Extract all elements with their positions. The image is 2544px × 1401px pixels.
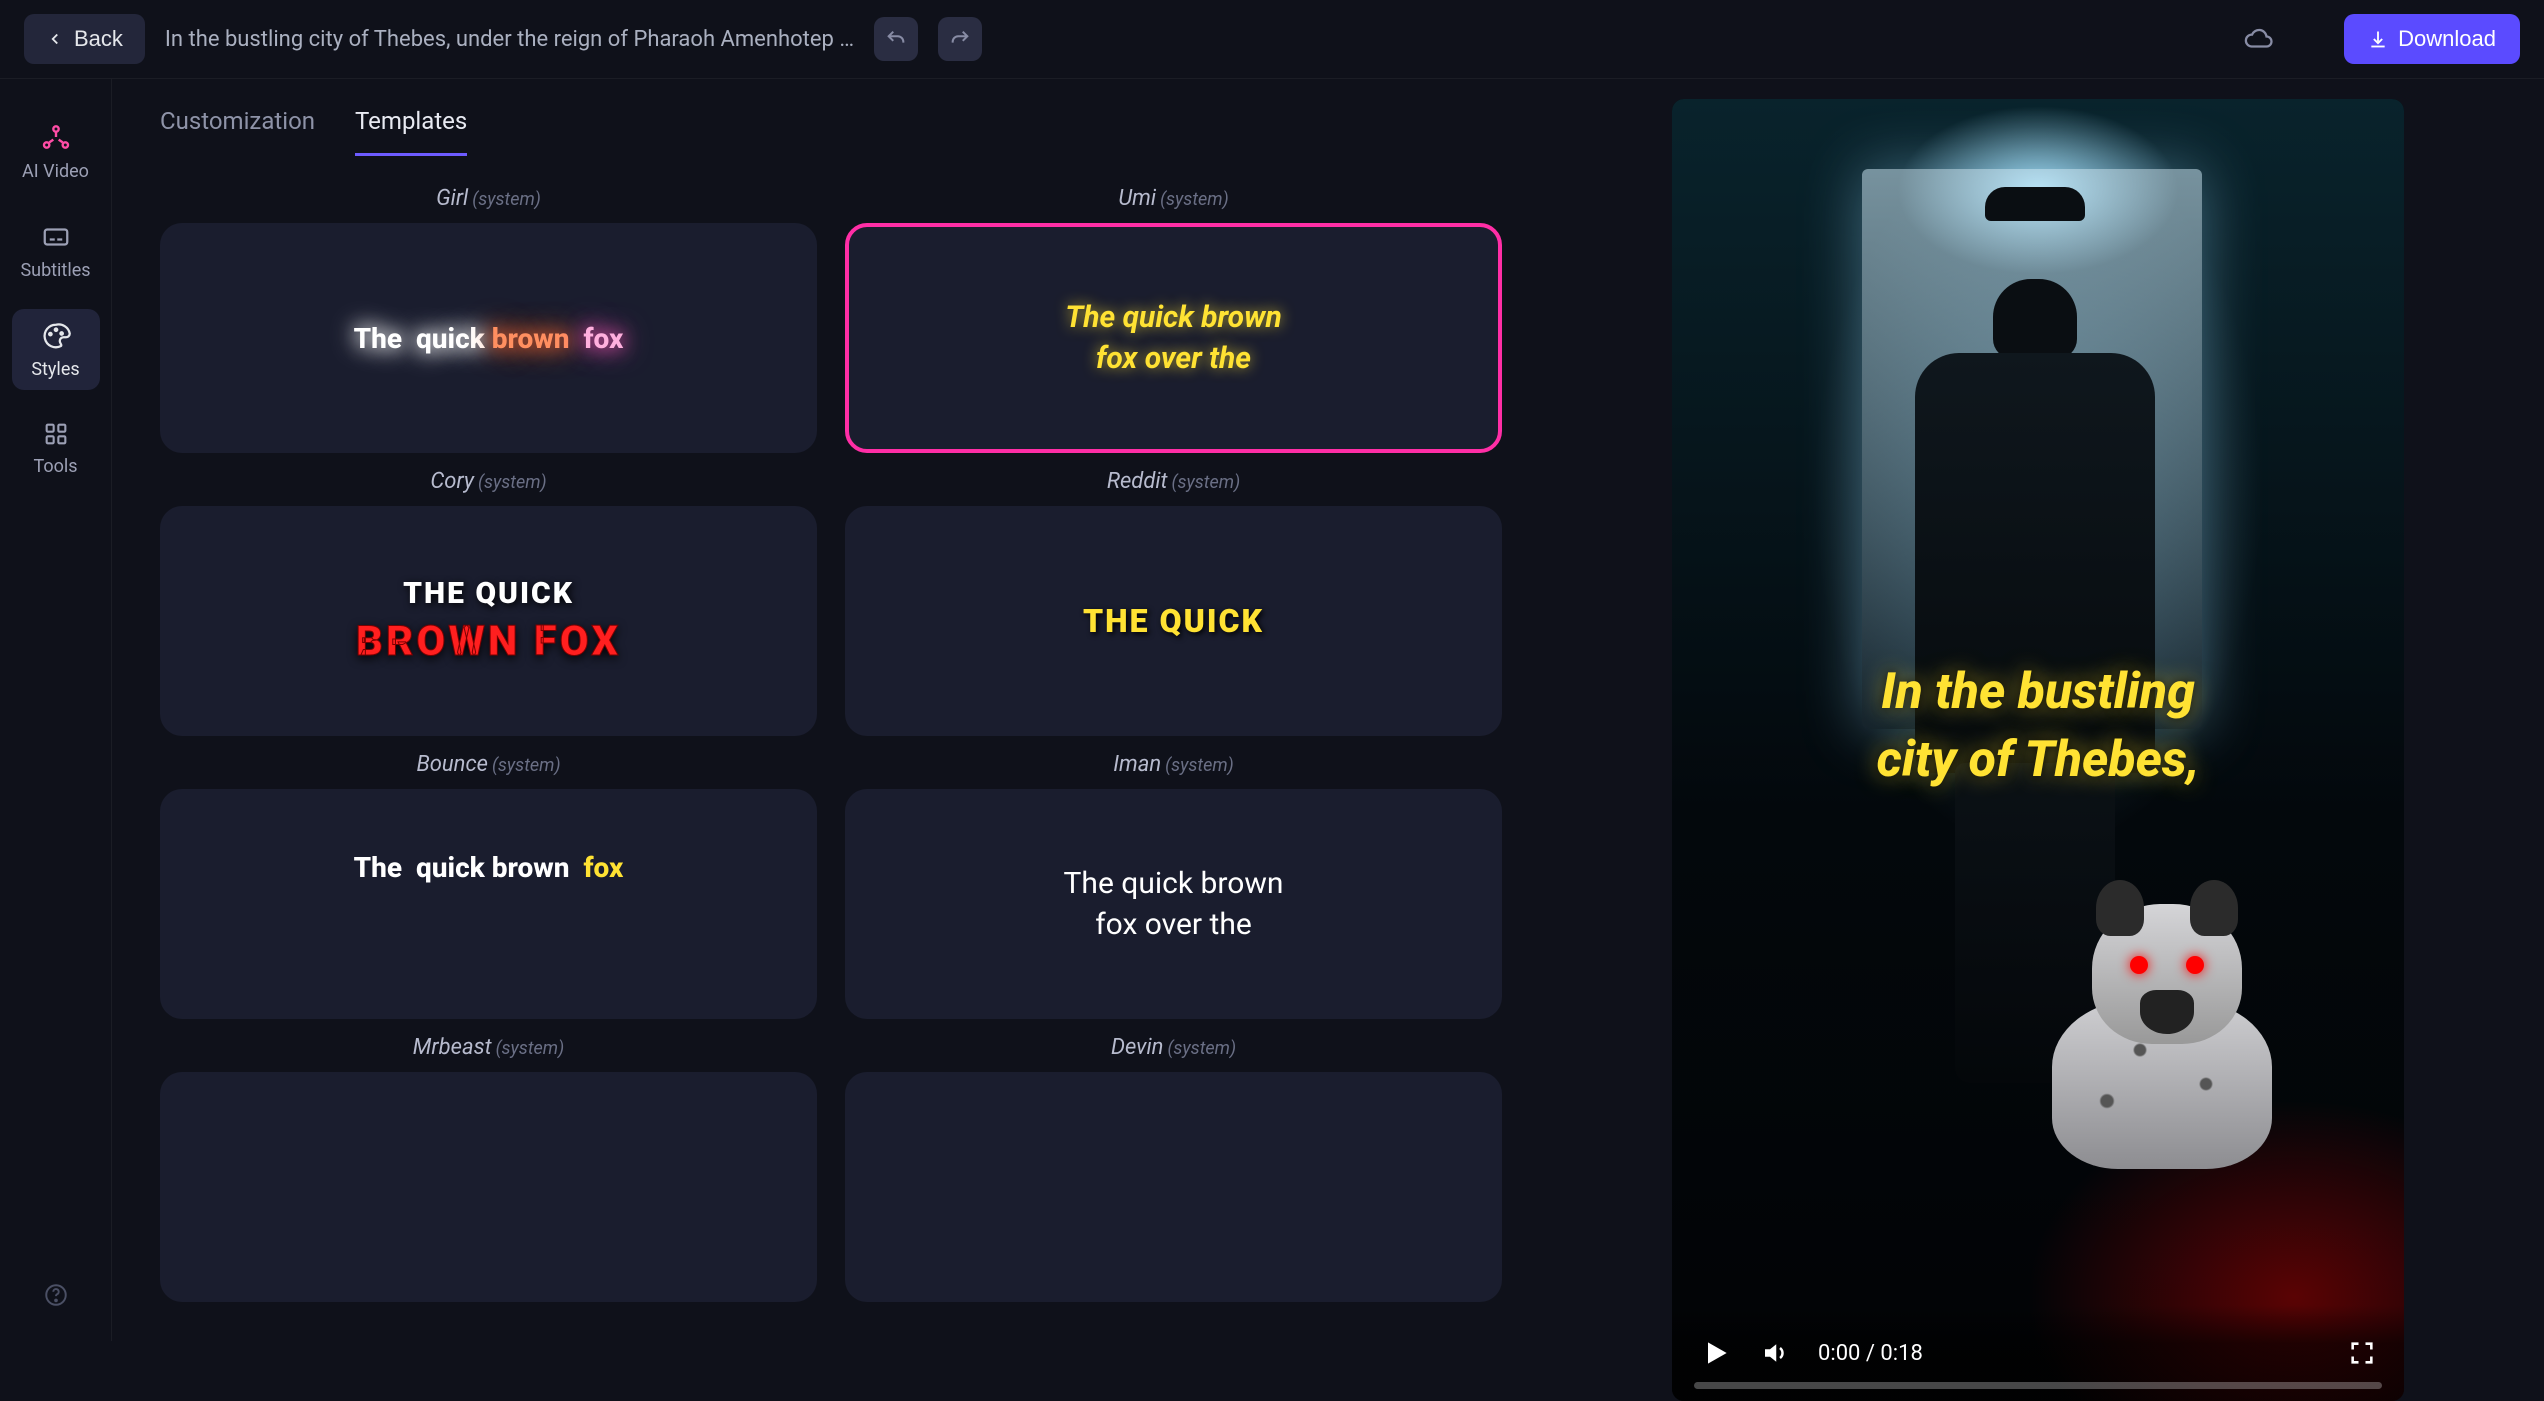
sidebar-item-styles[interactable]: Styles [12,309,100,390]
system-tag: (system) [1160,189,1229,210]
progress-bar[interactable] [1694,1382,2382,1389]
template-mrbeast: Mrbeast(system) [160,1035,817,1302]
system-tag: (system) [1172,472,1241,493]
back-button[interactable]: Back [24,14,145,64]
sidebar-item-label: Subtitles [20,260,90,281]
template-name: Umi [1118,186,1156,211]
play-button[interactable] [1700,1337,1732,1369]
video-preview[interactable]: In the bustling city of Thebes, 0:00 / 0… [1672,99,2404,1401]
system-tag: (system) [1165,755,1234,776]
subtitle-overlay: In the bustling city of Thebes, [1672,659,2404,794]
template-card-umi[interactable]: The quick brown fox over the [845,223,1502,453]
fullscreen-button[interactable] [2348,1339,2376,1367]
template-card-bounce[interactable]: The quick brown fox [160,789,817,1019]
system-tag: (system) [492,755,561,776]
template-card-devin[interactable] [845,1072,1502,1302]
project-title: In the bustling city of Thebes, under th… [165,27,854,52]
template-iman: Iman(system) The quick brown fox over th… [845,752,1502,1019]
templates-scroll[interactable]: Girl(system) The quick brown fox Umi(sys… [112,156,1532,1341]
template-umi: Umi(system) The quick brown fox over the [845,186,1502,453]
template-card-cory[interactable]: THE QUICK BROWN FOX [160,506,817,736]
cloud-sync-icon [2244,24,2274,54]
template-bounce: Bounce(system) The quick brown fox [160,752,817,1019]
tabs: Customization Templates [112,79,1532,156]
sidebar-item-subtitles[interactable]: Subtitles [12,210,100,291]
time-display: 0:00 / 0:18 [1818,1341,1923,1366]
preview-column: In the bustling city of Thebes, 0:00 / 0… [1532,79,2544,1341]
system-tag: (system) [472,189,541,210]
template-name: Girl [436,186,468,211]
template-cory: Cory(system) THE QUICK BROWN FOX [160,469,817,736]
download-icon [2368,29,2388,49]
tab-templates[interactable]: Templates [355,107,467,156]
volume-button[interactable] [1760,1338,1790,1368]
styles-icon [41,321,71,351]
sidebar-item-tools[interactable]: Tools [12,408,100,487]
system-tag: (system) [1167,1038,1236,1059]
sidebar-item-label: Tools [33,456,77,477]
tab-customization[interactable]: Customization [160,107,315,156]
template-reddit: Reddit(system) THE QUICK [845,469,1502,736]
template-name: Devin [1111,1035,1164,1060]
sidebar-item-label: AI Video [22,161,89,182]
sidebar-item-label: Styles [31,359,79,380]
system-tag: (system) [496,1038,565,1059]
sidebar-item-ai-video[interactable]: AI Video [12,109,100,192]
template-devin: Devin(system) [845,1035,1502,1302]
content-column: Customization Templates Girl(system) The… [112,79,1532,1341]
template-card-girl[interactable]: The quick brown fox [160,223,817,453]
back-label: Back [74,26,123,52]
tools-icon [42,420,70,448]
left-sidebar: AI Video Subtitles Styles Tools [0,79,112,1341]
top-bar: Back In the bustling city of Thebes, und… [0,0,2544,79]
download-button[interactable]: Download [2344,14,2520,64]
template-girl: Girl(system) The quick brown fox [160,186,817,453]
subtitles-icon [41,222,71,252]
template-name: Bounce [416,752,488,777]
ai-video-icon [40,121,72,153]
system-tag: (system) [478,472,547,493]
template-name: Mrbeast [413,1035,492,1060]
template-card-mrbeast[interactable] [160,1072,817,1302]
download-label: Download [2398,26,2496,52]
chevron-left-icon [46,30,64,48]
template-name: Reddit [1107,469,1168,494]
template-name: Cory [430,469,474,494]
template-name: Iman [1113,752,1161,777]
help-button[interactable] [34,1273,78,1317]
undo-button[interactable] [874,17,918,61]
template-card-reddit[interactable]: THE QUICK [845,506,1502,736]
redo-button[interactable] [938,17,982,61]
template-card-iman[interactable]: The quick brown fox over the [845,789,1502,1019]
